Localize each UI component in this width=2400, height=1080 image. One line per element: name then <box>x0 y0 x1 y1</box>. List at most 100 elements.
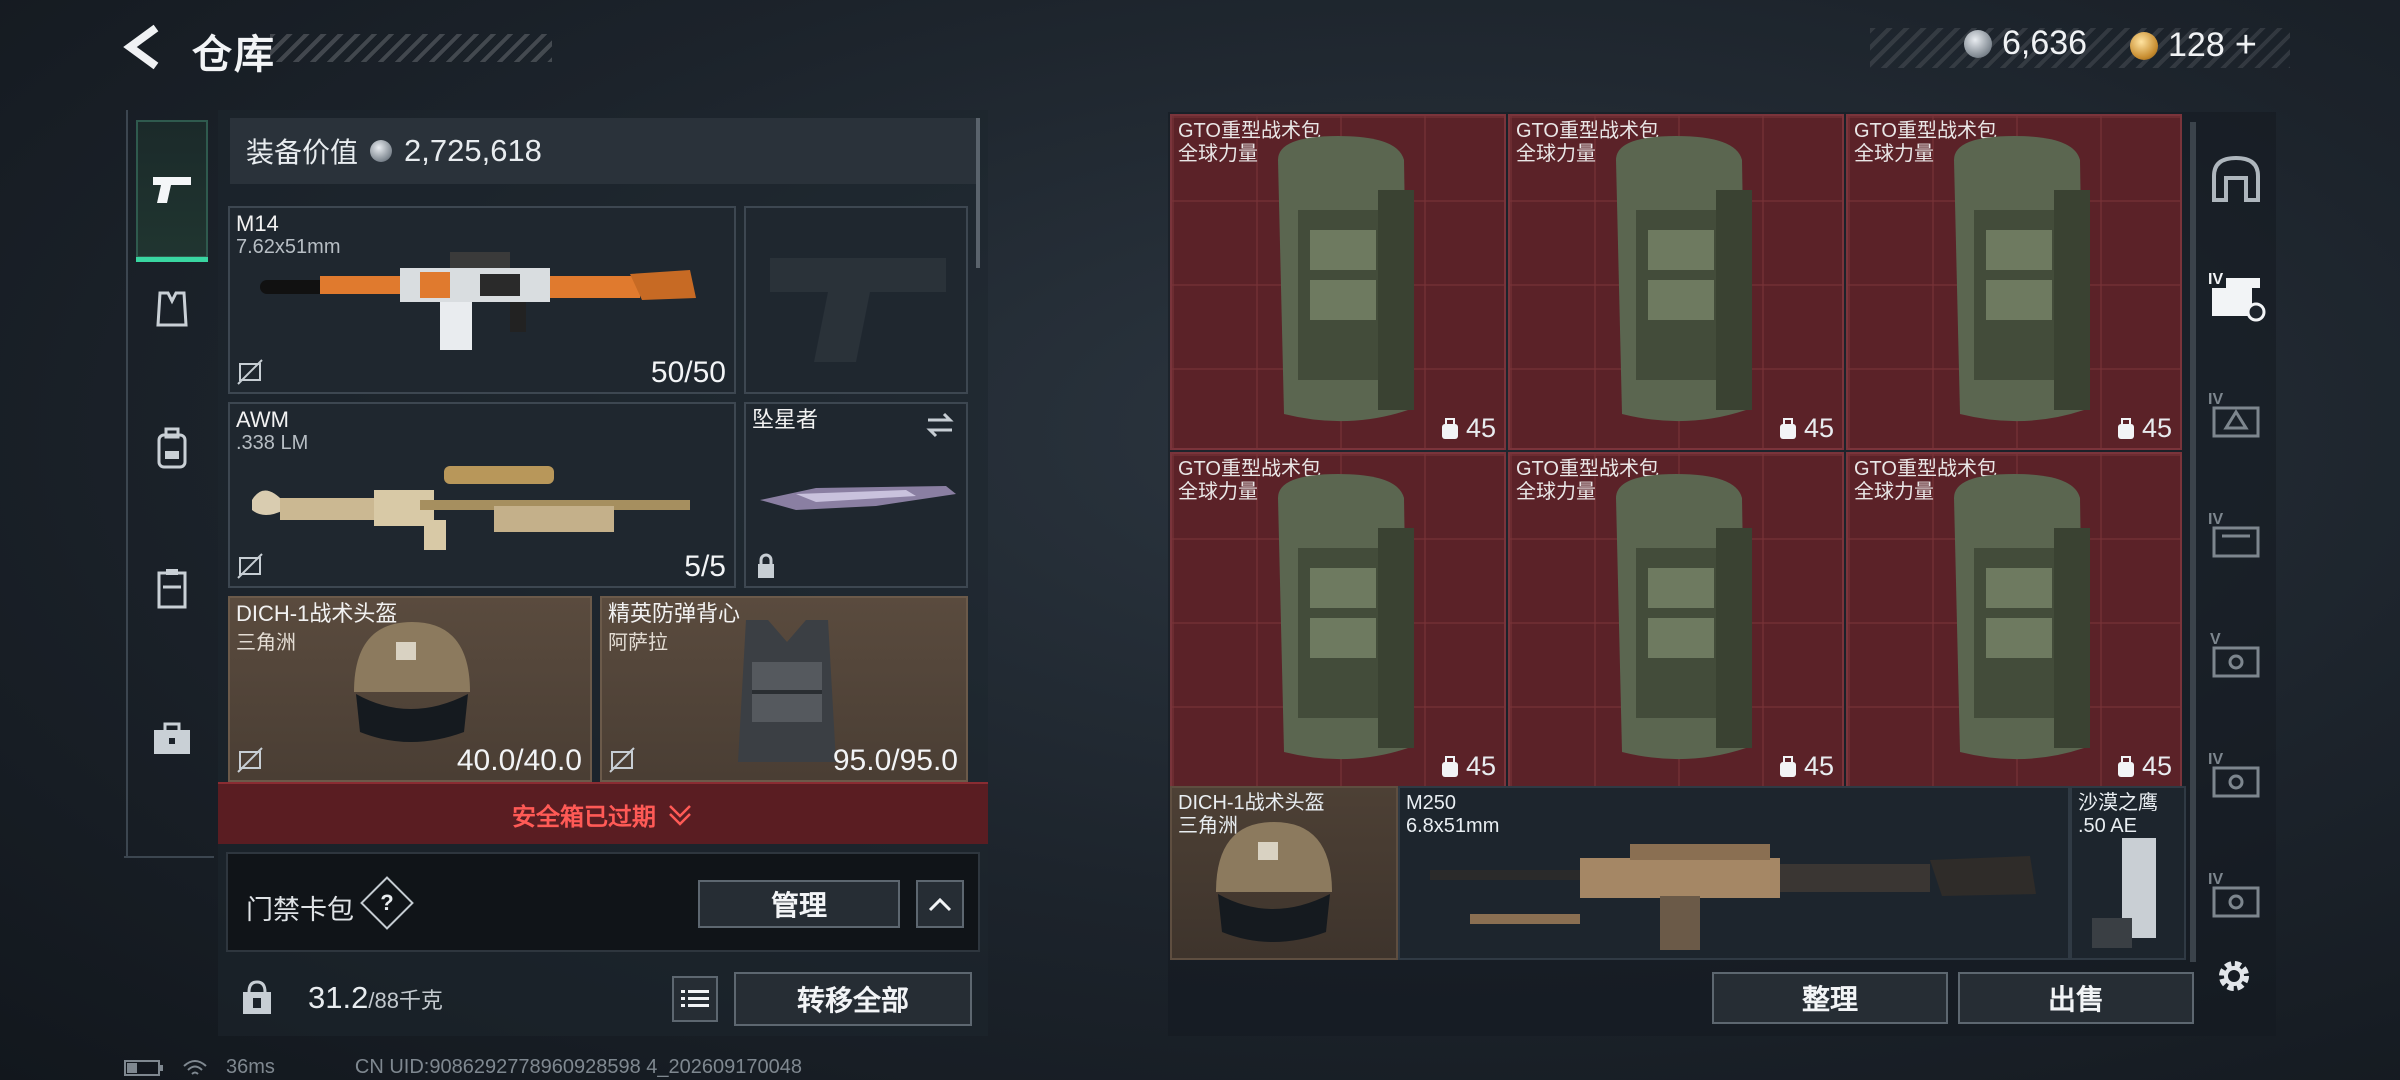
backpack-image <box>1954 136 2090 422</box>
backpack-image <box>1278 136 1414 422</box>
backpack-capacity-icon <box>2117 755 2134 777</box>
body-armor-slot[interactable]: 精英防弹背心 阿萨拉 95.0/95.0 <box>600 596 968 782</box>
tab-page-iv-4[interactable]: IV <box>2206 744 2266 804</box>
helmet-image <box>354 622 470 742</box>
status-bar: 36ms CN UID:9086292778960928598 4_202609… <box>124 1056 802 1079</box>
storage-page-tabs: IV IV IV V IV IV <box>2196 112 2276 932</box>
storage-m250-item[interactable]: M250 6.8x51mm <box>1398 786 2070 960</box>
chevron-down-icon <box>669 805 691 826</box>
storage-backpack-item[interactable]: GTO重型战术包 全球力量 45 <box>1170 452 1506 788</box>
primary-weapon-slot[interactable]: M14 7.62x51mm 50/50 <box>228 206 736 394</box>
carry-weight-bar: 31.2/88千克 转移全部 <box>226 960 988 1036</box>
add-currency-button[interactable]: + <box>2235 24 2257 67</box>
backpack-capacity-icon <box>1779 417 1796 439</box>
storage-desert-eagle-item[interactable]: 沙漠之鹰 .50 AE <box>2070 786 2186 960</box>
storage-backpack-item[interactable]: GTO重型战术包 全球力量 45 <box>1508 452 1844 788</box>
capacity-badge: 45 <box>2116 751 2172 782</box>
backpack-icon <box>157 427 187 469</box>
no-insurance-icon <box>237 359 263 385</box>
chest-rig-icon <box>157 569 187 609</box>
backpack-capacity-icon <box>2117 417 2134 439</box>
tab-chest-rig[interactable] <box>136 520 208 658</box>
vest-icon <box>156 291 188 327</box>
briefcase-icon <box>154 722 190 754</box>
uid-text: CN UID:9086292778960928598 4_20260917004… <box>354 1056 802 1078</box>
storage-backpack-item[interactable]: GTO重型战术包 全球力量 45 <box>1508 114 1844 450</box>
sort-button[interactable]: 整理 <box>1712 972 1948 1024</box>
loadout-scrollbar[interactable] <box>976 118 980 268</box>
wifi-icon <box>183 1059 207 1075</box>
backpack-image <box>1616 474 1752 760</box>
safe-box-expired-bar[interactable]: 安全箱已过期 <box>218 782 988 844</box>
svg-text:IV: IV <box>2208 271 2223 288</box>
storage-helmet-item[interactable]: DICH-1战术头盔 三角洲 <box>1170 786 1398 960</box>
key-card-bar: 门禁卡包 ? 管理 <box>226 852 980 952</box>
silver-coin-icon <box>1964 29 1992 58</box>
tab-page-iv-2[interactable]: IV <box>2206 384 2266 444</box>
storage-backpack-item[interactable]: GTO重型战术包 全球力量 45 <box>1846 452 2182 788</box>
no-insurance-icon <box>609 747 635 773</box>
storage-backpack-item[interactable]: GTO重型战术包 全球力量 45 <box>1170 114 1506 450</box>
storage-backpack-item[interactable]: GTO重型战术包 全球力量 45 <box>1846 114 2182 450</box>
silver-currency: 6,636 <box>1964 24 2087 63</box>
silver-coin-icon <box>370 140 393 162</box>
svg-text:IV: IV <box>2208 751 2223 768</box>
expand-button[interactable] <box>916 880 964 928</box>
equipment-category-tabs <box>126 110 216 856</box>
backpack-image <box>1278 474 1414 760</box>
melee-slot[interactable]: 坠星者 <box>744 402 968 588</box>
backpack-image <box>1616 136 1752 422</box>
tab-weapons[interactable] <box>136 120 208 262</box>
tab-page-iv-active[interactable]: IV <box>2206 264 2266 324</box>
sidearm-slot-empty[interactable] <box>744 206 968 394</box>
secondary-weapon-slot[interactable]: AWM .338 LM 5/5 <box>228 402 736 588</box>
no-insurance-icon <box>237 553 263 579</box>
tab-page-iv-3[interactable]: IV <box>2206 504 2266 564</box>
svg-text:IV: IV <box>2208 871 2223 888</box>
svg-text:IV: IV <box>2208 391 2223 408</box>
tab-case[interactable] <box>136 670 208 808</box>
capacity-badge: 45 <box>1778 413 1834 444</box>
m250-machine-gun-image <box>1430 844 2036 950</box>
pistol-silhouette-icon <box>770 258 946 362</box>
svg-text:IV: IV <box>2208 511 2223 528</box>
transfer-all-button[interactable]: 转移全部 <box>734 972 972 1026</box>
awm-rifle-image <box>252 466 690 550</box>
capacity-badge: 45 <box>1440 413 1496 444</box>
m14-rifle-image <box>260 252 696 350</box>
battery-icon <box>124 1059 163 1076</box>
pistol-icon <box>153 177 191 203</box>
backpack-capacity-icon <box>1441 417 1458 439</box>
manage-button[interactable]: 管理 <box>698 880 900 928</box>
tab-backpack[interactable] <box>136 380 208 518</box>
tab-page-v[interactable]: V <box>2206 624 2266 684</box>
capacity-badge: 45 <box>1778 751 1834 782</box>
page-title: 仓库 <box>192 33 276 77</box>
divider <box>124 856 214 858</box>
tab-page-iv-5[interactable]: IV <box>2206 864 2266 924</box>
ping-text: 36ms <box>226 1056 275 1078</box>
carry-weight: 31.2/88千克 <box>308 980 443 1015</box>
body-armor-image <box>738 620 836 762</box>
knife-image <box>760 486 956 510</box>
weight-icon <box>243 980 271 1014</box>
lock-icon <box>758 553 774 578</box>
gear-icon[interactable] <box>2212 954 2256 998</box>
equipment-value-bar: 装备价值 2,725,618 <box>230 118 978 184</box>
capacity-badge: 45 <box>1440 751 1496 782</box>
svg-text:V: V <box>2210 631 2221 648</box>
chevron-up-icon <box>928 897 952 912</box>
gold-coin-icon <box>2130 31 2158 60</box>
back-arrow-icon[interactable] <box>120 22 170 72</box>
helmet-slot[interactable]: DICH-1战术头盔 三角洲 40.0/40.0 <box>228 596 592 782</box>
help-button[interactable]: ? <box>360 876 414 930</box>
swap-icon[interactable] <box>924 410 956 440</box>
sell-button[interactable]: 出售 <box>1958 972 2194 1024</box>
backpack-image <box>1954 474 2090 760</box>
tab-all-storage[interactable] <box>2206 150 2266 210</box>
tab-armor[interactable] <box>136 240 208 378</box>
backpack-capacity-icon <box>1441 755 1458 777</box>
gold-currency[interactable]: 128 + <box>2130 24 2257 67</box>
list-view-button[interactable] <box>672 976 718 1022</box>
no-insurance-icon <box>237 747 263 773</box>
